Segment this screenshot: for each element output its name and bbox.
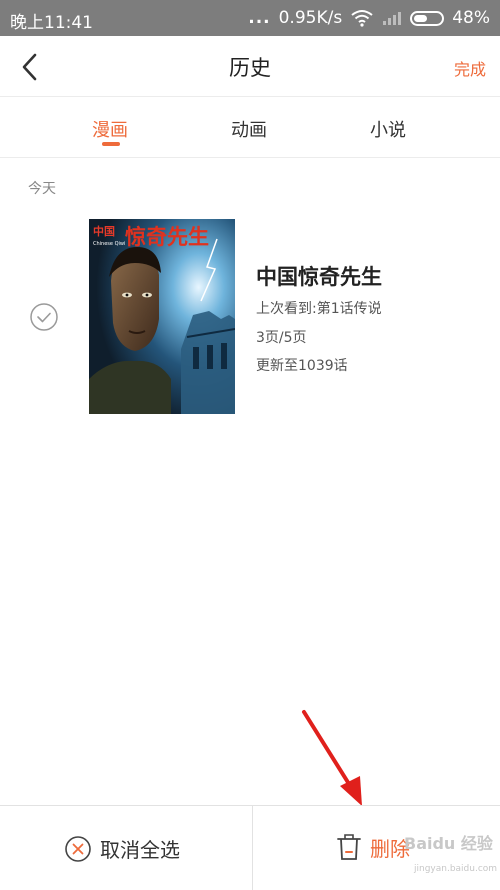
cover-art: 中国 Chinese Qiwi 惊奇先生 bbox=[89, 219, 235, 414]
last-read: 上次看到:第1话传说 bbox=[256, 301, 382, 317]
history-list-item[interactable]: 中国 Chinese Qiwi 惊奇先生 中国惊奇先生 上次看到:第1话传说 3… bbox=[0, 210, 500, 425]
section-label-today: 今天 bbox=[28, 181, 56, 197]
wifi-icon bbox=[351, 10, 373, 27]
done-button[interactable]: 完成 bbox=[454, 56, 486, 80]
baidu-watermark-url: jingyan.baidu.com bbox=[414, 864, 498, 874]
title-bar: 历史 完成 bbox=[0, 36, 500, 97]
bottom-bar-divider bbox=[252, 806, 253, 890]
close-circle-icon bbox=[65, 835, 91, 862]
cover-title: 惊奇先生 bbox=[125, 224, 209, 249]
category-tabs: 漫画 动画 小说 bbox=[0, 97, 500, 158]
status-time: 晚上11:41 bbox=[10, 13, 93, 33]
tab-novels[interactable]: 小说 bbox=[370, 116, 406, 142]
delete-button[interactable]: 删除 bbox=[336, 832, 410, 862]
tab-comics[interactable]: 漫画 bbox=[92, 116, 128, 142]
cover-brand: 中国 bbox=[93, 224, 115, 238]
status-right: ... 0.95K/s 48% bbox=[248, 8, 490, 28]
page-title: 历史 bbox=[229, 56, 271, 80]
status-bar: 晚上11:41 ... 0.95K/s 48% bbox=[0, 0, 500, 36]
battery-level: 48% bbox=[452, 8, 490, 28]
deselect-all-label: 取消全选 bbox=[100, 838, 180, 862]
tab-animation[interactable]: 动画 bbox=[231, 116, 267, 142]
tab-active-indicator bbox=[102, 142, 120, 146]
notification-dots: ... bbox=[248, 8, 271, 28]
page-progress: 3页/5页 bbox=[256, 330, 307, 346]
baidu-watermark: Baidu 经验 bbox=[404, 834, 493, 853]
update-status: 更新至1039话 bbox=[256, 358, 348, 374]
cover-subtitle: Chinese Qiwi bbox=[93, 241, 125, 247]
annotation-arrow bbox=[302, 710, 362, 806]
comic-title: 中国惊奇先生 bbox=[256, 265, 382, 289]
battery-icon bbox=[410, 10, 445, 26]
trash-icon bbox=[337, 834, 361, 860]
network-speed: 0.95K/s bbox=[278, 8, 343, 28]
check-circle-icon[interactable] bbox=[29, 302, 59, 332]
signal-icon bbox=[383, 12, 402, 25]
deselect-all-button[interactable]: 取消全选 bbox=[64, 834, 180, 863]
comic-cover[interactable]: 中国 Chinese Qiwi 惊奇先生 bbox=[89, 219, 235, 414]
